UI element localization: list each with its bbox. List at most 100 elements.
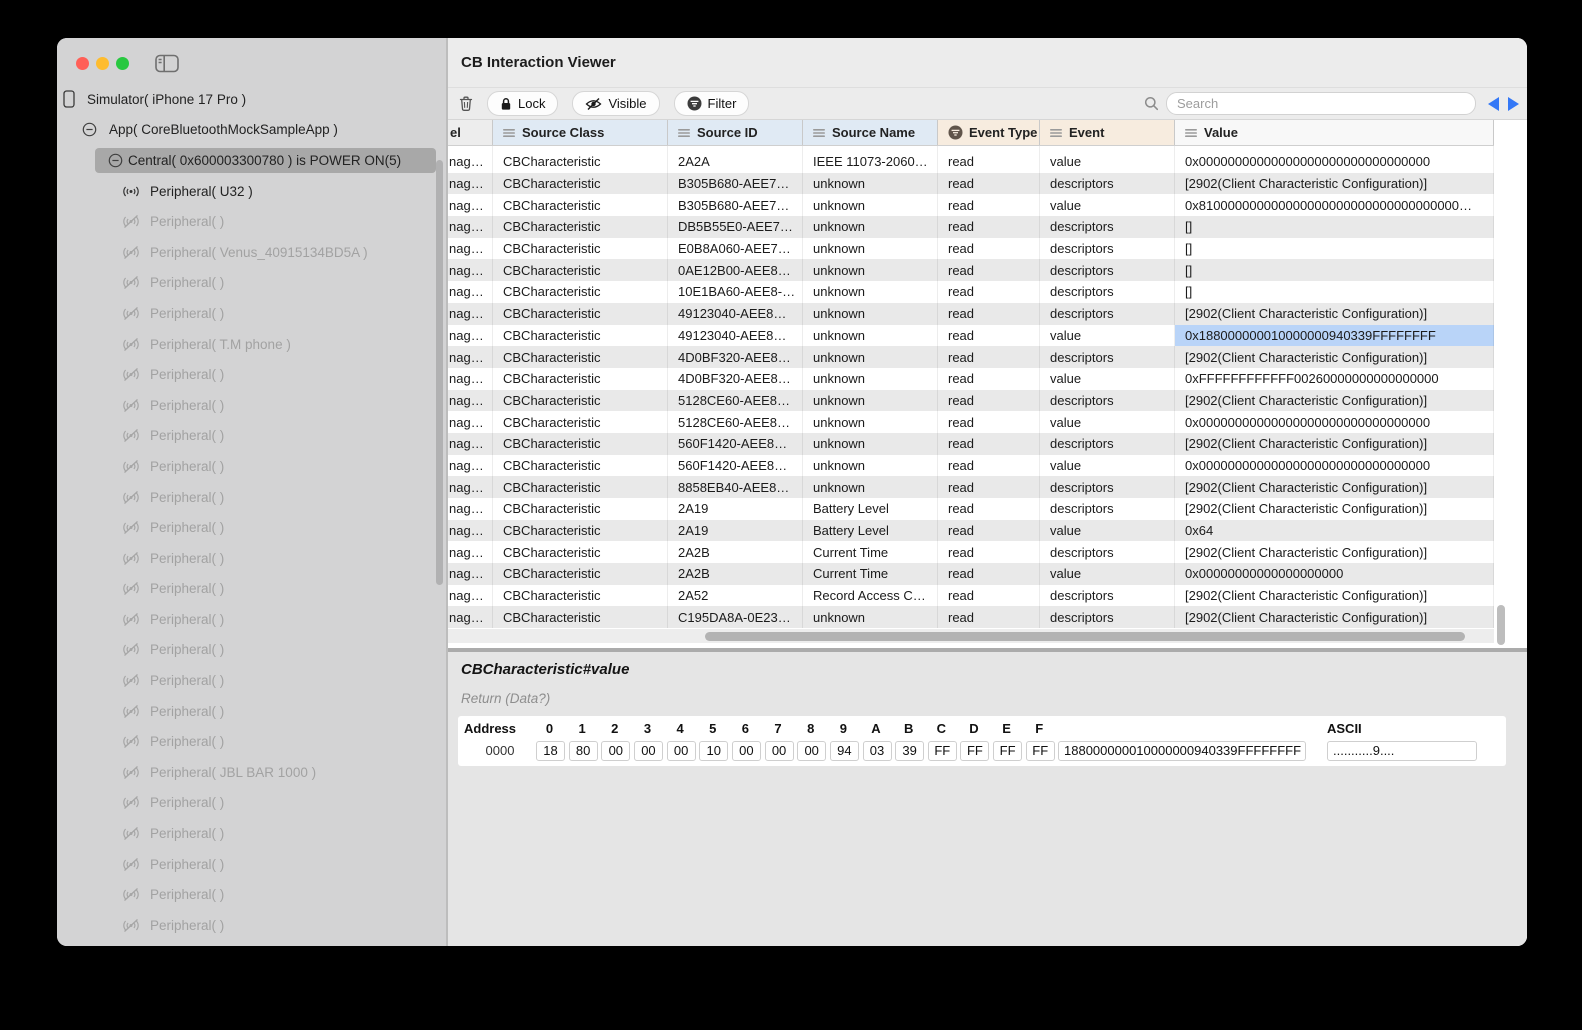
cell-value[interactable]: [2902(Client Characteristic Configuratio…: [1175, 606, 1494, 629]
column-filter-icon[interactable]: [948, 125, 963, 140]
column-menu-icon[interactable]: [1050, 128, 1063, 138]
hex-byte-input[interactable]: FF: [1025, 741, 1055, 761]
cell-event-type[interactable]: read: [938, 584, 1040, 607]
table-row[interactable]: nag… CBCharacteristic E0B8A060-AEE7… unknow…: [448, 237, 1494, 260]
cell-source-id[interactable]: 2A2B: [668, 563, 803, 585]
cell-event-type[interactable]: read: [938, 324, 1040, 347]
cell-label[interactable]: nag…: [448, 541, 493, 564]
table-row[interactable]: nag… CBCharacteristic 560F1420-AEE8… unknow…: [448, 454, 1494, 477]
cell-source-name[interactable]: unknown: [803, 259, 938, 282]
sidebar-scrollbar[interactable]: [436, 160, 443, 585]
cell-source-id[interactable]: 560F1420-AEE8…: [668, 432, 803, 455]
cell-source-name[interactable]: unknown: [803, 172, 938, 195]
sidebar-item[interactable]: Peripheral( ): [57, 268, 446, 299]
cell-event-type[interactable]: read: [938, 389, 1040, 412]
cell-source-name[interactable]: Record Access C…: [803, 584, 938, 607]
cell-value[interactable]: []: [1175, 237, 1494, 260]
cell-event[interactable]: descriptors: [1040, 498, 1175, 520]
table-row[interactable]: nag… CBCharacteristic 49123040-AEE8… unknow…: [448, 302, 1494, 325]
cell-event-type[interactable]: read: [938, 498, 1040, 520]
table-row[interactable]: nag… CBCharacteristic 4D0BF320-AEE8… unknow…: [448, 346, 1494, 368]
cell-source-class[interactable]: CBCharacteristic: [493, 237, 668, 260]
hex-byte-input[interactable]: 10: [699, 741, 729, 761]
cell-label[interactable]: nag…: [448, 519, 493, 542]
cell-event[interactable]: value: [1040, 411, 1175, 433]
cell-event[interactable]: value: [1040, 563, 1175, 585]
cell-event-type[interactable]: read: [938, 432, 1040, 455]
cell-event[interactable]: descriptors: [1040, 237, 1175, 260]
cell-source-class[interactable]: CBCharacteristic: [493, 584, 668, 607]
cell-source-id[interactable]: DB5B55E0-AEE7…: [668, 216, 803, 238]
sidebar-item[interactable]: Peripheral( ): [57, 604, 446, 635]
cell-event[interactable]: descriptors: [1040, 172, 1175, 195]
sidebar-toggle-icon[interactable]: [155, 54, 179, 73]
cell-event-type[interactable]: read: [938, 606, 1040, 629]
cell-source-name[interactable]: Current Time: [803, 541, 938, 564]
cell-source-class[interactable]: CBCharacteristic: [493, 281, 668, 303]
cell-source-id[interactable]: 2A2A: [668, 151, 803, 173]
cell-source-class[interactable]: CBCharacteristic: [493, 172, 668, 195]
sidebar-item[interactable]: Peripheral( ): [57, 359, 446, 390]
column-header-event-type[interactable]: Event Type: [938, 120, 1040, 145]
cell-label[interactable]: nag…: [448, 432, 493, 455]
cell-source-id[interactable]: 4D0BF320-AEE8…: [668, 367, 803, 390]
cell-source-class[interactable]: CBCharacteristic: [493, 389, 668, 412]
table-row[interactable]: nag… CBCharacteristic 4D0BF320-AEE8… unknow…: [448, 367, 1494, 390]
cell-source-name[interactable]: unknown: [803, 346, 938, 368]
cell-label[interactable]: nag…: [448, 172, 493, 195]
column-header-source-name[interactable]: Source Name: [803, 120, 938, 145]
cell-label[interactable]: nag…: [448, 281, 493, 303]
horizontal-scrollbar-thumb[interactable]: [705, 631, 1465, 641]
vertical-scrollbar-thumb[interactable]: [1497, 605, 1505, 645]
cell-event-type[interactable]: read: [938, 259, 1040, 282]
sidebar-item[interactable]: Peripheral( ): [57, 298, 446, 329]
sidebar-item[interactable]: Peripheral( ): [57, 941, 446, 946]
hex-byte-input[interactable]: 39: [895, 741, 925, 761]
cell-event[interactable]: descriptors: [1040, 216, 1175, 238]
column-header-source-class[interactable]: Source Class: [493, 120, 668, 145]
hex-byte-input[interactable]: 80: [568, 741, 598, 761]
cell-event-type[interactable]: read: [938, 237, 1040, 260]
cell-event-type[interactable]: read: [938, 281, 1040, 303]
cell-source-name[interactable]: unknown: [803, 411, 938, 433]
sidebar-item[interactable]: Peripheral( JBL BAR 1000 ): [57, 757, 446, 788]
cell-value[interactable]: 0xFFFFFFFFFFFF00260000000000000000: [1175, 367, 1494, 390]
forward-arrow-button[interactable]: [1508, 96, 1519, 111]
table-row[interactable]: nag… CBCharacteristic 49123040-AEE8… unknow…: [448, 324, 1494, 347]
cell-event[interactable]: value: [1040, 519, 1175, 542]
table-row[interactable]: nag… CBCharacteristic 560F1420-AEE8… unknow…: [448, 432, 1494, 455]
sidebar-item[interactable]: Peripheral( ): [57, 451, 446, 482]
cell-source-class[interactable]: CBCharacteristic: [493, 151, 668, 173]
cell-source-class[interactable]: CBCharacteristic: [493, 432, 668, 455]
cell-source-class[interactable]: CBCharacteristic: [493, 563, 668, 585]
hex-byte-input[interactable]: 94: [829, 741, 859, 761]
column-header-label[interactable]: el: [448, 120, 493, 145]
cell-source-id[interactable]: B305B680-AEE7…: [668, 194, 803, 217]
table-row[interactable]: nag… CBCharacteristic B305B680-AEE7… unknow…: [448, 194, 1494, 217]
cell-source-id[interactable]: 10E1BA60-AEE8-…: [668, 281, 803, 303]
cell-event[interactable]: value: [1040, 194, 1175, 217]
sidebar-item[interactable]: Peripheral( ): [57, 696, 446, 727]
cell-value[interactable]: []: [1175, 281, 1494, 303]
sidebar-item[interactable]: Peripheral( ): [57, 206, 446, 237]
cell-source-id[interactable]: 49123040-AEE8…: [668, 302, 803, 325]
table-row[interactable]: nag… CBCharacteristic 2A52 Record Access C……: [448, 584, 1494, 607]
cell-source-id[interactable]: C195DA8A-0E23…: [668, 606, 803, 629]
cell-label[interactable]: nag…: [448, 476, 493, 498]
cell-value[interactable]: [2902(Client Characteristic Configuratio…: [1175, 432, 1494, 455]
cell-source-name[interactable]: unknown: [803, 194, 938, 217]
cell-event-type[interactable]: read: [938, 172, 1040, 195]
table-row[interactable]: nag… CBCharacteristic 8858EB40-AEE8… unknow…: [448, 476, 1494, 498]
sidebar-item[interactable]: Peripheral( ): [57, 726, 446, 757]
sidebar-item[interactable]: Peripheral( U32 ): [57, 176, 446, 207]
cell-event[interactable]: value: [1040, 454, 1175, 477]
cell-value[interactable]: [2902(Client Characteristic Configuratio…: [1175, 346, 1494, 368]
cell-source-id[interactable]: 2A19: [668, 498, 803, 520]
cell-source-id[interactable]: 2A52: [668, 584, 803, 607]
column-header-source-id[interactable]: Source ID: [668, 120, 803, 145]
cell-event[interactable]: value: [1040, 151, 1175, 173]
cell-source-name[interactable]: unknown: [803, 216, 938, 238]
cell-event[interactable]: descriptors: [1040, 389, 1175, 412]
cell-event-type[interactable]: read: [938, 302, 1040, 325]
cell-label[interactable]: nag…: [448, 216, 493, 238]
